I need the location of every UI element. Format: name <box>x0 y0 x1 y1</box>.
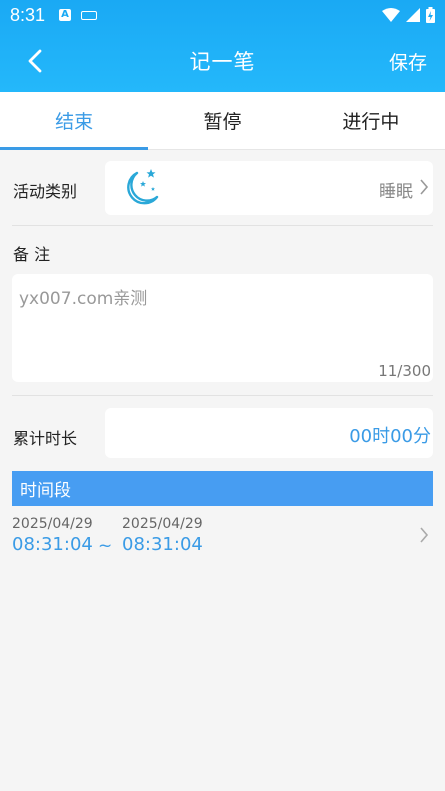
nav-bar: 记一笔 保存 <box>0 30 445 92</box>
keyboard-icon <box>81 10 98 20</box>
chevron-right-icon <box>420 179 429 195</box>
tab-in-progress[interactable]: 进行中 <box>297 92 445 149</box>
duration-label: 累计时长 <box>13 429 78 448</box>
activity-label: 活动类别 <box>13 182 78 201</box>
save-button[interactable]: 保存 <box>389 48 427 75</box>
start-time: 08:31:04 <box>12 534 93 555</box>
note-box: 11/300 <box>12 274 433 382</box>
chevron-right-icon <box>420 527 429 543</box>
period-row[interactable]: 2025/04/29 08:31:04 ~ 2025/04/29 08:31:0… <box>12 510 433 562</box>
divider <box>12 395 433 396</box>
note-char-counter: 11/300 <box>378 362 431 380</box>
status-bar: 8:31 A <box>0 0 445 30</box>
activity-value: 睡眠 <box>379 182 413 202</box>
tab-paused[interactable]: 暂停 <box>148 92 296 149</box>
header: 8:31 A 记一笔 保存 <box>0 0 445 92</box>
status-right-icons <box>382 7 435 23</box>
duration-field[interactable]: 00时00分 <box>105 408 433 458</box>
status-time: 8:31 <box>10 4 46 25</box>
page-title: 记一笔 <box>189 50 256 74</box>
chevron-left-icon <box>28 49 42 73</box>
end-date: 2025/04/29 <box>122 516 203 532</box>
moon-stars-icon <box>127 169 159 205</box>
battery-icon <box>426 7 435 23</box>
period-header: 时间段 <box>12 471 433 506</box>
back-button[interactable] <box>18 44 52 78</box>
end-time: 08:31:04 <box>122 534 203 555</box>
divider <box>12 225 433 226</box>
start-date: 2025/04/29 <box>12 516 93 532</box>
tab-ended[interactable]: 结束 <box>0 92 149 150</box>
status-tabs: 结束 暂停 进行中 <box>0 92 445 150</box>
activity-selector[interactable]: 睡眠 <box>105 161 433 215</box>
note-label: 备 注 <box>13 245 51 264</box>
signal-icon <box>406 8 420 22</box>
duration-value: 00时00分 <box>349 426 431 447</box>
note-input[interactable] <box>12 274 433 382</box>
period-separator: ~ <box>98 536 113 556</box>
period-header-label: 时间段 <box>20 481 71 501</box>
wifi-icon <box>382 8 400 22</box>
app-notification-icon: A <box>59 9 72 21</box>
